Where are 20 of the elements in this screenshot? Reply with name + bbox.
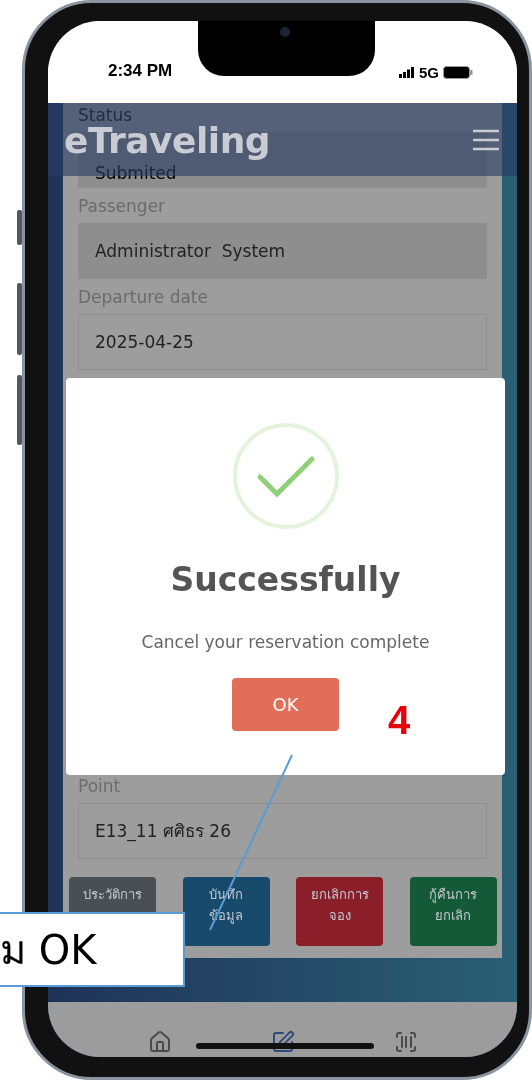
menu-icon[interactable]	[473, 128, 499, 151]
home-icon[interactable]	[147, 1030, 172, 1054]
dialog-title: Successfully	[170, 560, 401, 599]
edit-icon[interactable]	[270, 1030, 295, 1054]
dialog-message: Cancel your reservation complete	[141, 632, 430, 652]
input-field[interactable]: 2025-04-25	[78, 314, 487, 370]
check-circle-icon	[231, 422, 340, 530]
action-button[interactable]: ยกเลิกการ จอง	[296, 877, 384, 946]
status-time: 2:34 PM	[108, 61, 173, 81]
callout-tooltip: ม OK	[0, 912, 185, 987]
network-label: 5G	[419, 64, 439, 81]
input-field[interactable]: Administrator System	[78, 223, 487, 279]
app-logo: eTraveling	[64, 125, 271, 158]
step-number: 4	[388, 698, 411, 743]
input-field[interactable]: E13_11 ศศิธร 26	[78, 803, 487, 859]
action-button[interactable]: กู้คืนการ ยกเลิก	[409, 877, 497, 946]
battery-icon	[443, 66, 473, 79]
signal-icon	[399, 67, 415, 78]
ok-button[interactable]: OK	[232, 678, 339, 731]
barcode-scan-icon[interactable]	[393, 1030, 418, 1054]
